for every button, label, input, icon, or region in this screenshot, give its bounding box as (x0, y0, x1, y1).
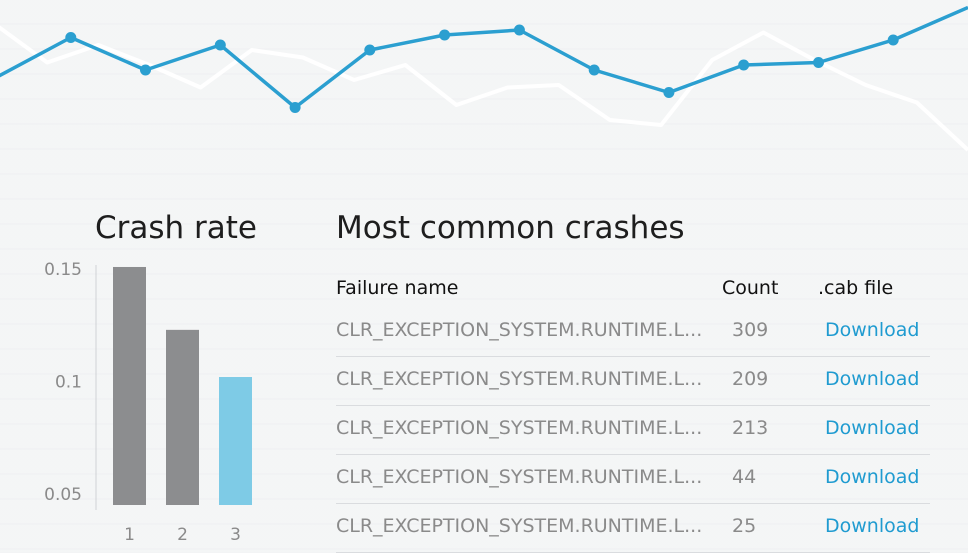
download-link[interactable]: Download (825, 368, 919, 390)
series-point (887, 34, 899, 46)
series-point (439, 29, 451, 41)
count-cell: 309 (732, 319, 769, 341)
download-link[interactable]: Download (825, 466, 919, 488)
failure-name-cell: CLR_EXCEPTION_SYSTEM.RUNTIME.L... (336, 466, 703, 488)
table-row: CLR_EXCEPTION_SYSTEM.RUNTIME.L... 209 Do… (336, 356, 930, 406)
count-cell: 44 (732, 466, 757, 488)
download-link[interactable]: Download (825, 515, 919, 537)
count-cell: 213 (732, 417, 769, 439)
x-tick-label: 2 (177, 525, 188, 545)
y-tick-label: 0.05 (44, 485, 82, 505)
table-row: CLR_EXCEPTION_SYSTEM.RUNTIME.L... 309 Do… (336, 307, 930, 357)
download-link[interactable]: Download (825, 417, 919, 439)
column-header-count[interactable]: Count (722, 277, 778, 299)
failure-name-cell: CLR_EXCEPTION_SYSTEM.RUNTIME.L... (336, 368, 703, 390)
y-tick-label: 0.1 (55, 373, 82, 393)
failure-name-cell: CLR_EXCEPTION_SYSTEM.RUNTIME.L... (336, 319, 703, 341)
series-point (588, 64, 600, 76)
table-row: CLR_EXCEPTION_SYSTEM.RUNTIME.L... 213 Do… (336, 405, 930, 455)
download-link[interactable]: Download (825, 319, 919, 341)
count-cell: 25 (732, 515, 757, 537)
y-tick-label: 0.15 (44, 260, 82, 280)
series-point (513, 24, 525, 36)
series-point (738, 59, 750, 71)
crash-rate-bar (166, 329, 199, 505)
x-tick-label: 3 (230, 525, 241, 545)
column-header-failure-name[interactable]: Failure name (336, 277, 458, 299)
series-point (663, 87, 675, 98)
table-row: CLR_EXCEPTION_SYSTEM.RUNTIME.L... 44 Dow… (336, 454, 930, 504)
x-tick-label: 1 (124, 525, 135, 545)
failure-name-cell: CLR_EXCEPTION_SYSTEM.RUNTIME.L... (336, 515, 703, 537)
count-cell: 209 (732, 368, 769, 390)
series-point (364, 44, 376, 56)
crash-rate-bar (219, 377, 252, 505)
column-header-cab-file[interactable]: .cab file (818, 277, 893, 299)
most-common-crashes-title: Most common crashes (336, 210, 685, 246)
series-point (813, 57, 824, 68)
crash-rate-bar (113, 266, 146, 505)
crash-rate-bar-chart: 0.15 0.1 0.05 1 2 3 (44, 260, 252, 545)
failure-name-cell: CLR_EXCEPTION_SYSTEM.RUNTIME.L... (336, 417, 703, 439)
table-row: CLR_EXCEPTION_SYSTEM.RUNTIME.L... 25 Dow… (336, 503, 930, 553)
